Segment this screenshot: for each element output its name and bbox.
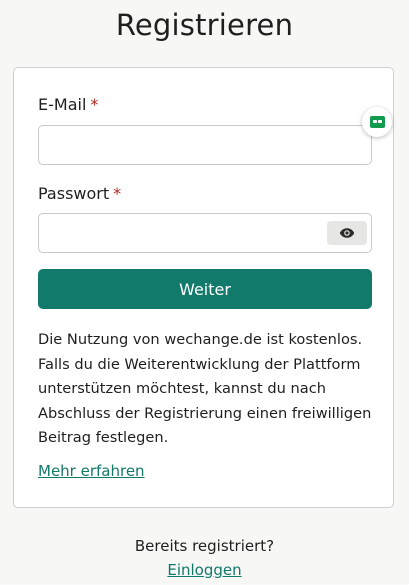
already-registered-text: Bereits registriert? bbox=[134, 537, 275, 555]
password-manager-badge[interactable] bbox=[362, 107, 392, 137]
login-link-row: Einloggen bbox=[0, 561, 409, 579]
password-label: Passwort * bbox=[38, 184, 121, 203]
login-link[interactable]: Einloggen bbox=[167, 561, 241, 579]
learn-more-link[interactable]: Mehr erfahren bbox=[38, 462, 145, 480]
email-required-mark: * bbox=[90, 95, 99, 114]
continue-button[interactable]: Weiter bbox=[38, 269, 372, 309]
pricing-info-text: Die Nutzung von wechange.de ist kostenlo… bbox=[38, 331, 372, 446]
password-label-text: Passwort bbox=[38, 184, 110, 203]
email-field[interactable] bbox=[38, 125, 372, 165]
show-password-button[interactable] bbox=[327, 221, 367, 245]
email-label-text: E-Mail bbox=[38, 95, 87, 114]
eye-icon bbox=[339, 227, 355, 239]
page-title: Registrieren bbox=[115, 8, 294, 42]
password-field-wrapper bbox=[38, 213, 372, 253]
registration-card: E-Mail * Passwort * Weiter Die Nutzung von… bbox=[13, 67, 394, 508]
password-field[interactable] bbox=[39, 214, 319, 252]
password-required-mark: * bbox=[113, 184, 122, 203]
email-label: E-Mail * bbox=[38, 95, 98, 114]
password-manager-icon bbox=[369, 116, 385, 128]
